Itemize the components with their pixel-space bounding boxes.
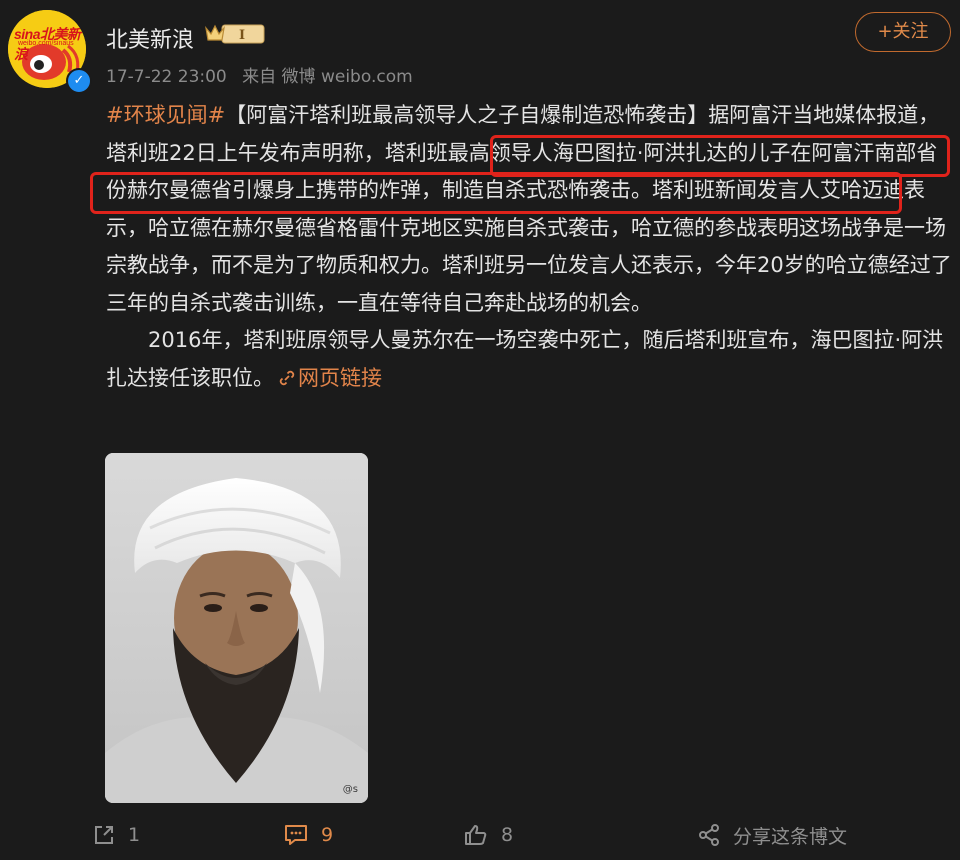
web-link[interactable]: 网页链接 <box>274 366 382 390</box>
highlight-box-line-2 <box>490 135 950 177</box>
repost-icon <box>95 826 113 844</box>
like-button[interactable]: 8 <box>463 815 513 855</box>
share-icon <box>699 824 719 846</box>
post-image[interactable]: @s <box>105 453 368 803</box>
link-icon <box>279 370 295 385</box>
portrait-image <box>105 453 368 803</box>
post-timestamp[interactable]: 17-7-22 23:00 <box>106 67 227 87</box>
account-name[interactable]: 北美新浪 <box>106 22 194 54</box>
share-button[interactable]: 分享这条博文 <box>697 815 847 855</box>
follow-button[interactable]: +关注 <box>855 12 951 52</box>
verified-badge-icon: ✓ <box>66 68 92 94</box>
repost-count: 1 <box>128 824 141 846</box>
avatar-logo-subtext: weibo.com/sinaus <box>18 40 74 47</box>
paragraph-2: 2016年，塔利班原领导人曼苏尔在一场空袭中死亡，随后塔利班宣布，海巴图拉·阿洪… <box>106 322 952 397</box>
comment-button[interactable]: 9 <box>283 815 333 855</box>
post-source: 来自 微博 weibo.com <box>242 67 413 87</box>
paragraph-2-text: 2016年，塔利班原领导人曼苏尔在一场空袭中死亡，随后塔利班宣布，海巴图拉·阿洪… <box>106 328 944 390</box>
vip-badge-icon[interactable]: I <box>204 22 266 46</box>
web-link-label: 网页链接 <box>298 365 382 390</box>
comment-count: 9 <box>321 824 334 846</box>
action-bar: 1 9 8 分享这条博文 <box>0 815 960 855</box>
hashtag-link[interactable]: #环球见闻# <box>106 103 225 127</box>
like-count: 8 <box>501 824 514 846</box>
image-watermark: @s <box>342 784 358 795</box>
comment-icon <box>285 825 307 845</box>
share-label: 分享这条博文 <box>733 825 848 848</box>
thumbs-up-icon <box>465 825 487 845</box>
highlight-box-line-3 <box>90 172 902 214</box>
repost-button[interactable]: 1 <box>92 815 140 855</box>
vip-level: I <box>239 28 245 43</box>
post-meta: 17-7-22 23:00 来自 微博 weibo.com <box>106 62 423 87</box>
